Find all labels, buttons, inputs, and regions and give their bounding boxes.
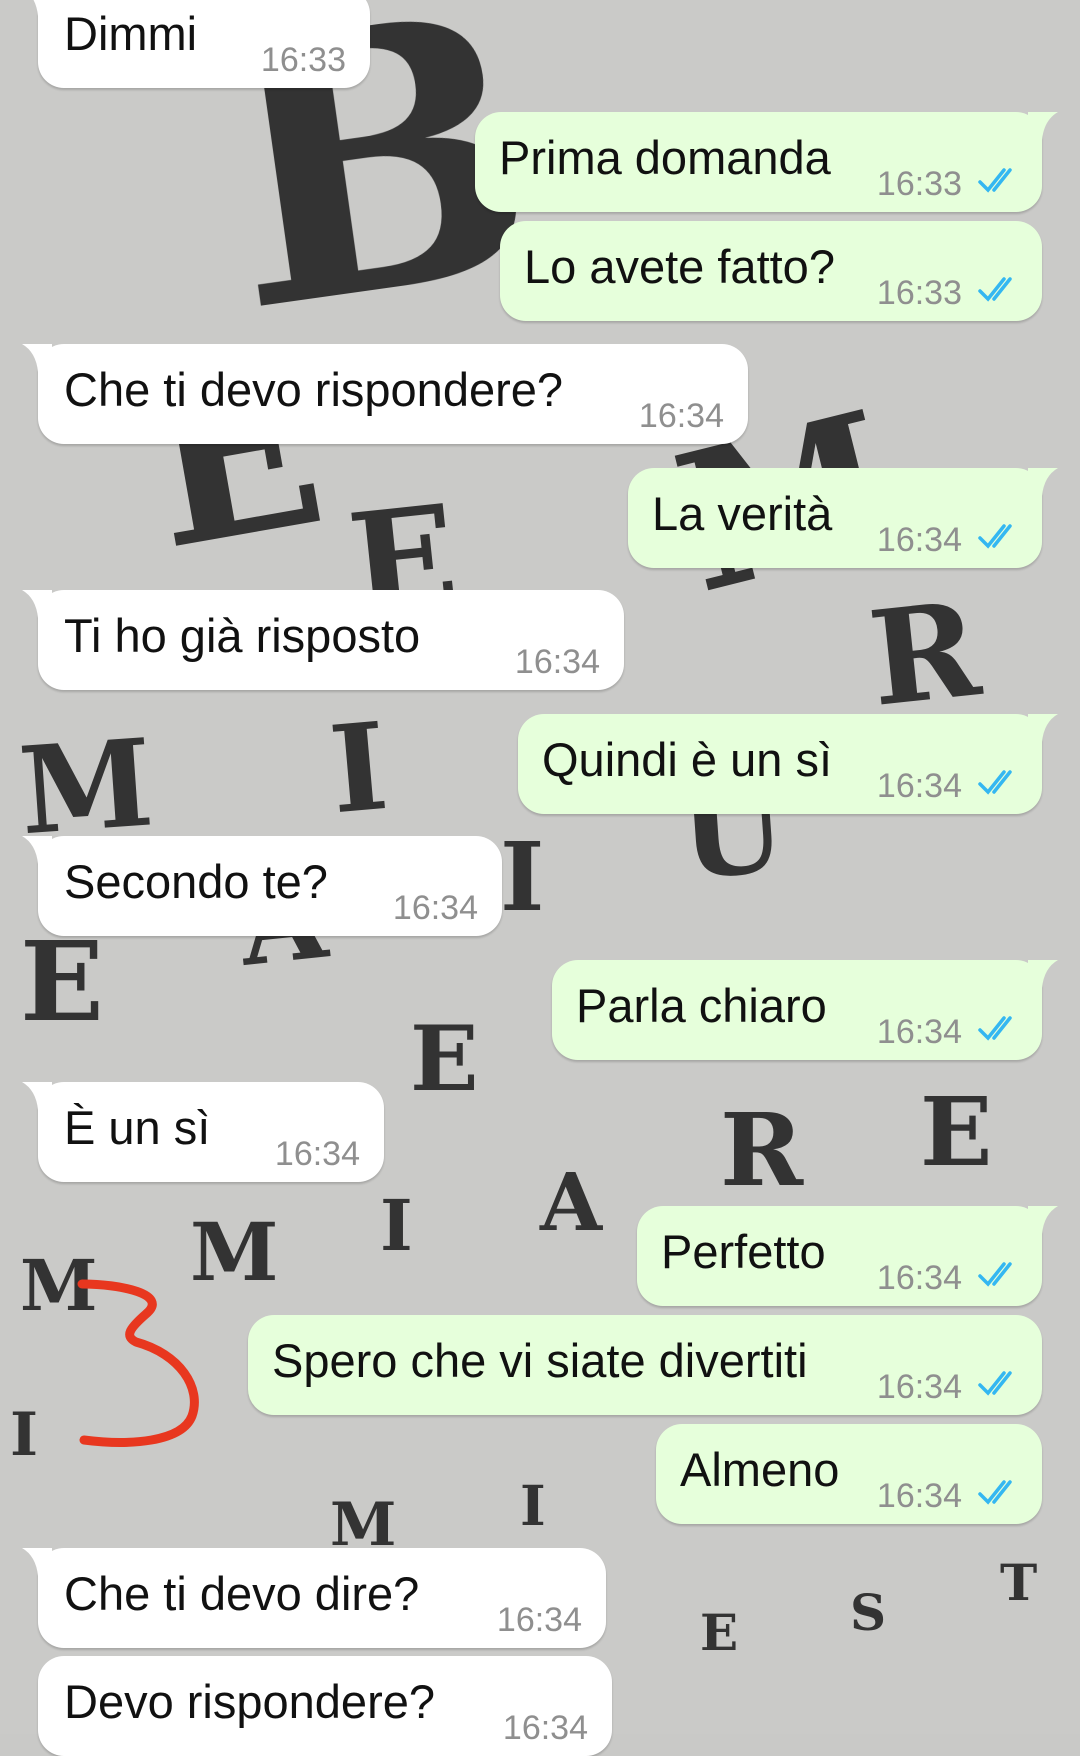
message-list[interactable]: Dimmi 16:33 Prima domanda 16:33 Lo avete… — [0, 0, 1080, 1756]
outgoing-message[interactable]: La verità 16:34 — [628, 468, 1058, 568]
message-text: Secondo te? — [64, 855, 328, 908]
message-text: È un sì — [64, 1101, 211, 1154]
read-ticks-icon — [978, 1262, 1012, 1287]
read-ticks-icon — [978, 770, 1012, 795]
message-text: Dimmi — [64, 7, 198, 60]
read-ticks-icon — [978, 1480, 1012, 1505]
message-text: Quindi è un sì — [542, 733, 833, 786]
outgoing-message[interactable]: Perfetto 16:34 — [637, 1206, 1058, 1306]
read-ticks-icon — [978, 1371, 1012, 1396]
bubble-tail — [22, 1082, 52, 1110]
incoming-message[interactable]: Che ti devo dire? 16:34 — [22, 1548, 606, 1648]
bubble-tail — [22, 1548, 52, 1576]
message-time: 16:34 — [876, 1477, 962, 1515]
message-time: 16:34 — [274, 1135, 360, 1173]
bubble-tail — [1028, 112, 1058, 140]
read-ticks-icon — [978, 168, 1012, 193]
message-time: 16:34 — [876, 1013, 962, 1051]
message-time: 16:33 — [876, 274, 962, 312]
message-text: La verità — [652, 487, 833, 540]
message-text: Che ti devo dire? — [64, 1567, 420, 1620]
incoming-message[interactable]: Ti ho già risposto 16:34 — [22, 590, 624, 690]
message-text: Lo avete fatto? — [524, 240, 835, 293]
message-time: 16:34 — [638, 397, 724, 435]
incoming-message[interactable]: È un sì 16:34 — [22, 1082, 384, 1182]
message-time: 16:34 — [876, 1368, 962, 1406]
red-scribble-annotation — [77, 1279, 199, 1447]
message-text: Parla chiaro — [576, 979, 827, 1032]
message-time: 16:34 — [502, 1709, 588, 1747]
message-time: 16:34 — [876, 767, 962, 805]
message-text: Perfetto — [661, 1225, 826, 1278]
message-text: Devo rispondere? — [64, 1675, 435, 1728]
bubble-tail — [1028, 960, 1058, 988]
bubble-tail — [1028, 714, 1058, 742]
incoming-message[interactable]: Che ti devo rispondere? 16:34 — [22, 344, 748, 444]
message-time: 16:33 — [260, 41, 346, 79]
message-text: Almeno — [680, 1443, 840, 1496]
bubble-tail — [22, 836, 52, 864]
bubble-tail — [22, 590, 52, 618]
message-time: 16:34 — [514, 643, 600, 681]
bubble-tail — [1028, 1206, 1058, 1234]
message-time: 16:34 — [876, 521, 962, 559]
bubble-tail — [1028, 468, 1058, 496]
outgoing-message[interactable]: Spero che vi siate divertiti 16:34 — [248, 1315, 1042, 1415]
message-time: 16:34 — [876, 1259, 962, 1297]
message-text: Spero che vi siate divertiti — [272, 1334, 808, 1387]
incoming-message[interactable]: Dimmi 16:33 — [33, 0, 370, 88]
bubble-tail — [33, 0, 52, 16]
read-ticks-icon — [978, 524, 1012, 549]
bubble-tail — [22, 344, 52, 372]
message-time: 16:34 — [496, 1601, 582, 1639]
message-text: Ti ho già risposto — [64, 609, 421, 662]
outgoing-message[interactable]: Parla chiaro 16:34 — [552, 960, 1058, 1060]
outgoing-message[interactable]: Lo avete fatto? 16:33 — [500, 221, 1042, 321]
read-ticks-icon — [978, 277, 1012, 302]
message-time: 16:33 — [876, 165, 962, 203]
message-text: Che ti devo rispondere? — [64, 363, 564, 416]
read-ticks-icon — [978, 1016, 1012, 1041]
message-text: Prima domanda — [499, 131, 831, 184]
incoming-message[interactable]: Devo rispondere? 16:34 — [38, 1656, 612, 1756]
outgoing-message[interactable]: Prima domanda 16:33 — [475, 112, 1058, 212]
incoming-message[interactable]: Secondo te? 16:34 — [22, 836, 502, 936]
outgoing-message[interactable]: Almeno 16:34 — [656, 1424, 1042, 1524]
message-time: 16:34 — [392, 889, 478, 927]
outgoing-message[interactable]: Quindi è un sì 16:34 — [518, 714, 1058, 814]
